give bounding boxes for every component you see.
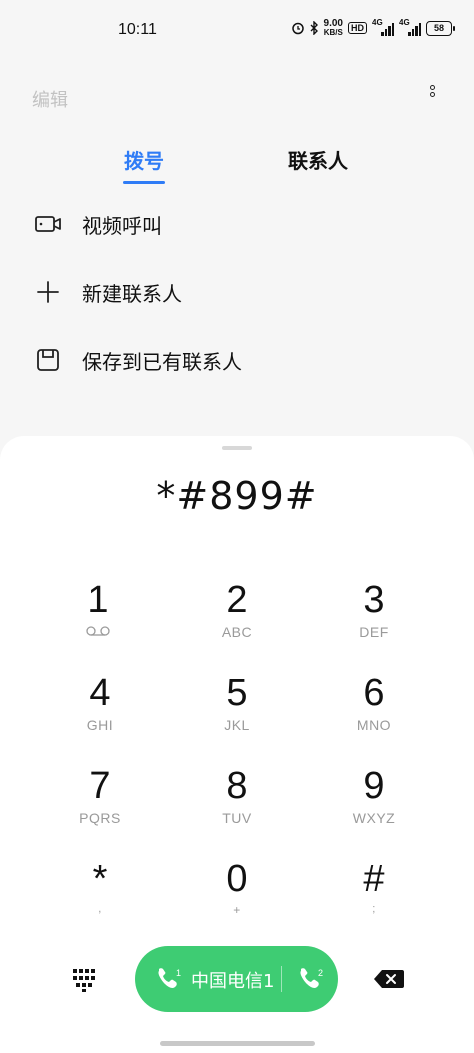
dial-key-letters: , xyxy=(98,903,102,915)
dial-key-letters: TUV xyxy=(222,810,252,826)
sim1-badge: 1 xyxy=(176,968,181,978)
network-speed-unit: KB/S xyxy=(323,28,343,37)
dialpad-sheet: *#899# 1 2 ABC 3 DEF 4 GHI 5 JKL 6 MNO 7… xyxy=(0,436,474,1053)
dial-key-4[interactable]: 4 GHI xyxy=(40,671,160,755)
dial-key-0[interactable]: 0 + xyxy=(177,857,297,941)
dial-key-digit: 6 xyxy=(363,672,385,714)
alarm-icon xyxy=(291,22,304,35)
save-to-contact-action[interactable]: 保存到已有联系人 xyxy=(0,332,474,392)
video-camera-icon xyxy=(35,216,61,232)
more-options-icon[interactable] xyxy=(420,84,444,108)
home-indicator[interactable] xyxy=(160,1041,315,1046)
dial-key-1[interactable]: 1 xyxy=(38,578,158,662)
dial-key-digit: 7 xyxy=(89,765,111,807)
sheet-drag-handle[interactable] xyxy=(222,446,252,450)
dial-key-digit: 4 xyxy=(89,672,111,714)
dial-key-letters: ABC xyxy=(221,624,253,640)
dial-key-letters: PQRS xyxy=(79,810,121,826)
dial-key-digit: 8 xyxy=(226,765,248,807)
hd-badge: HD xyxy=(348,22,367,34)
call-button-divider xyxy=(281,966,282,992)
save-to-contact-label: 保存到已有联系人 xyxy=(82,350,242,374)
dial-key-letters: ; xyxy=(372,903,376,915)
video-call-label: 视频呼叫 xyxy=(82,214,162,238)
voicemail-icon xyxy=(38,624,158,640)
tab-bar: 拨号 联系人 xyxy=(0,140,474,190)
phone-sim2-icon[interactable]: 2 xyxy=(297,966,327,992)
dialed-number: *#899# xyxy=(156,474,318,518)
status-time: 10:11 xyxy=(118,21,157,38)
status-bar: 10:11 9.00 KB/S HD 4G 4G 58 xyxy=(0,0,474,62)
dial-key-9[interactable]: 9 WXYZ xyxy=(314,764,434,848)
dial-key-digit: 5 xyxy=(226,672,248,714)
bluetooth-icon xyxy=(310,21,318,35)
active-tab-indicator xyxy=(123,181,165,184)
dial-key-2[interactable]: 2 ABC xyxy=(177,578,297,662)
dial-key-digit: 2 xyxy=(226,579,248,621)
backspace-icon[interactable] xyxy=(372,968,406,990)
dial-key-letters: DEF xyxy=(359,624,389,640)
tab-dial[interactable]: 拨号 xyxy=(124,145,164,174)
status-icons: 9.00 KB/S HD 4G 4G 58 xyxy=(291,18,455,37)
dial-key-6[interactable]: 6 MNO xyxy=(314,671,434,755)
dial-key-letters: MNO xyxy=(356,717,392,733)
dial-key-8[interactable]: 8 TUV xyxy=(177,764,297,848)
dial-key-letters: + xyxy=(233,903,241,917)
sim2-badge: 2 xyxy=(318,968,323,978)
dialpad-toggle-icon[interactable] xyxy=(72,966,98,992)
dial-key-digit: # xyxy=(363,858,385,900)
dial-key-letters: JKL xyxy=(224,717,250,733)
dial-key-7[interactable]: 7 PQRS xyxy=(40,764,160,848)
signal-sim2-icon: 4G xyxy=(399,18,421,36)
signal-sim1-icon: 4G xyxy=(372,18,394,36)
network-speed: 9.00 KB/S xyxy=(324,19,343,37)
video-call-action[interactable]: 视频呼叫 xyxy=(0,196,474,256)
dial-key-digit: 0 xyxy=(226,858,248,900)
carrier-label: 中国电信1 xyxy=(191,971,275,992)
new-contact-action[interactable]: 新建联系人 xyxy=(0,264,474,324)
dial-key-3[interactable]: 3 DEF xyxy=(314,578,434,662)
new-contact-label: 新建联系人 xyxy=(82,282,182,306)
save-icon xyxy=(37,349,59,371)
dial-key-star[interactable]: * , xyxy=(40,857,160,941)
call-button[interactable]: 1 中国电信1 2 xyxy=(135,946,338,1012)
dial-key-digit: 9 xyxy=(363,765,385,807)
phone-sim1-icon[interactable]: 1 xyxy=(155,966,185,992)
dial-key-digit: 1 xyxy=(87,579,109,621)
dial-key-hash[interactable]: # ; xyxy=(314,857,434,941)
edit-button[interactable]: 编辑 xyxy=(32,86,68,112)
dial-key-5[interactable]: 5 JKL xyxy=(177,671,297,755)
dial-key-letters: GHI xyxy=(86,717,114,733)
dial-key-digit: * xyxy=(92,858,108,900)
tab-contacts[interactable]: 联系人 xyxy=(288,145,348,174)
plus-icon xyxy=(37,281,59,303)
dial-key-digit: 3 xyxy=(363,579,385,621)
battery-indicator: 58 xyxy=(426,20,455,36)
dial-key-letters: WXYZ xyxy=(352,810,396,826)
